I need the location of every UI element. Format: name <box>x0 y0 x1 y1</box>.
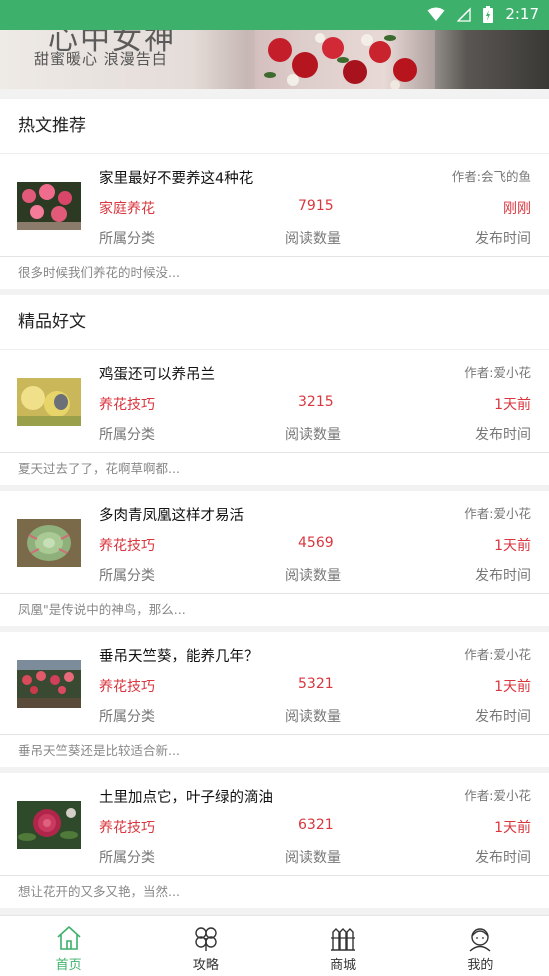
nav-guides[interactable]: 攻略 <box>137 916 274 976</box>
nav-store[interactable]: 商城 <box>275 916 412 976</box>
article-summary: 凤凰"是传说中的神鸟，那么... <box>0 594 549 626</box>
article-category: 养花技巧 <box>99 397 155 413</box>
flower-bouquet-image <box>255 30 435 89</box>
read-count-label: 阅读数量 <box>285 850 341 866</box>
article-card[interactable]: 土里加点它，叶子绿的滴油 作者:爱小花 养花技巧 6321 1天前 所属分类 阅… <box>0 773 549 908</box>
article-read-count: 7915 <box>298 198 334 214</box>
article-thumbnail <box>17 660 81 708</box>
nav-home-label: 首页 <box>55 958 82 973</box>
status-bar: 2:17 <box>0 0 549 30</box>
status-time: 2:17 <box>505 5 539 23</box>
category-label: 所属分类 <box>99 709 155 725</box>
read-count-label: 阅读数量 <box>285 568 341 584</box>
section-featured-articles: 精品好文 <box>0 295 549 350</box>
article-thumbnail <box>17 378 81 426</box>
article-thumbnail <box>17 801 81 849</box>
article-read-count: 5321 <box>298 676 334 692</box>
article-title: 多肉青凤凰这样才易活 <box>99 508 244 524</box>
article-category: 养花技巧 <box>99 679 155 695</box>
article-title: 土里加点它，叶子绿的滴油 <box>99 790 273 806</box>
read-count-label: 阅读数量 <box>285 231 341 247</box>
article-thumbnail <box>17 519 81 567</box>
article-card[interactable]: 多肉青凤凰这样才易活 作者:爱小花 养花技巧 4569 1天前 所属分类 阅读数… <box>0 491 549 626</box>
nav-guides-label: 攻略 <box>192 958 219 973</box>
category-label: 所属分类 <box>99 231 155 247</box>
article-title: 垂吊天竺葵，能养几年？ <box>99 649 259 665</box>
article-summary: 夏天过去了了，花啊草啊都... <box>0 453 549 485</box>
article-publish-time: 1天前 <box>494 538 531 554</box>
publish-time-label: 发布时间 <box>475 231 531 247</box>
signal-icon <box>457 6 471 22</box>
store-fence-icon <box>331 928 356 951</box>
article-publish-time: 1天前 <box>494 397 531 413</box>
nav-store-label: 商城 <box>330 958 357 973</box>
banner-subtitle: 甜蜜暖心 浪漫告白 <box>34 50 168 68</box>
battery-icon <box>483 5 494 23</box>
category-label: 所属分类 <box>99 427 155 443</box>
publish-time-label: 发布时间 <box>475 709 531 725</box>
article-title: 鸡蛋还可以养吊兰 <box>99 367 215 383</box>
article-author: 作者:爱小花 <box>464 506 531 521</box>
profile-icon <box>469 928 491 952</box>
article-category: 养花技巧 <box>99 820 155 836</box>
promo-banner[interactable]: 心中女神 甜蜜暖心 浪漫告白 <box>0 30 549 89</box>
nav-home[interactable]: 首页 <box>0 916 137 976</box>
article-read-count: 4569 <box>298 535 334 551</box>
publish-time-label: 发布时间 <box>475 568 531 584</box>
article-author: 作者:爱小花 <box>464 365 531 380</box>
nav-profile-label: 我的 <box>467 958 494 973</box>
content-scroll[interactable]: 热文推荐 家里最好不要养这4种花 作者:会飞的鱼 家庭养花 7915 刚刚 所属… <box>0 89 549 915</box>
read-count-label: 阅读数量 <box>285 427 341 443</box>
article-card[interactable]: 鸡蛋还可以养吊兰 作者:爱小花 养花技巧 3215 1天前 所属分类 阅读数量 … <box>0 350 549 485</box>
article-summary: 很多时候我们养花的时候没... <box>0 257 549 289</box>
article-publish-time: 1天前 <box>494 679 531 695</box>
article-title: 家里最好不要养这4种花 <box>99 171 254 187</box>
article-card[interactable]: 垂吊天竺葵，能养几年？ 作者:爱小花 养花技巧 5321 1天前 所属分类 阅读… <box>0 632 549 767</box>
section-hot-articles: 热文推荐 <box>0 99 549 154</box>
article-publish-time: 刚刚 <box>503 201 531 217</box>
wifi-icon <box>427 7 445 21</box>
bottom-nav: 首页 攻略 商城 我的 <box>0 915 549 976</box>
read-count-label: 阅读数量 <box>285 709 341 725</box>
publish-time-label: 发布时间 <box>475 850 531 866</box>
article-read-count: 6321 <box>298 817 334 833</box>
clover-icon <box>195 927 217 951</box>
category-label: 所属分类 <box>99 850 155 866</box>
home-icon <box>57 926 81 950</box>
article-category: 家庭养花 <box>99 201 155 217</box>
article-category: 养花技巧 <box>99 538 155 554</box>
category-label: 所属分类 <box>99 568 155 584</box>
publish-time-label: 发布时间 <box>475 427 531 443</box>
article-author: 作者:爱小花 <box>464 788 531 803</box>
article-publish-time: 1天前 <box>494 820 531 836</box>
article-author: 作者:爱小花 <box>464 647 531 662</box>
article-author: 作者:会飞的鱼 <box>451 169 531 184</box>
article-read-count: 3215 <box>298 394 334 410</box>
nav-profile[interactable]: 我的 <box>412 916 549 976</box>
article-summary: 想让花开的又多又艳，当然... <box>0 876 549 908</box>
article-thumbnail <box>17 182 81 230</box>
article-card[interactable]: 家里最好不要养这4种花 作者:会飞的鱼 家庭养花 7915 刚刚 所属分类 阅读… <box>0 154 549 289</box>
article-summary: 垂吊天竺葵还是比较适合新... <box>0 735 549 767</box>
